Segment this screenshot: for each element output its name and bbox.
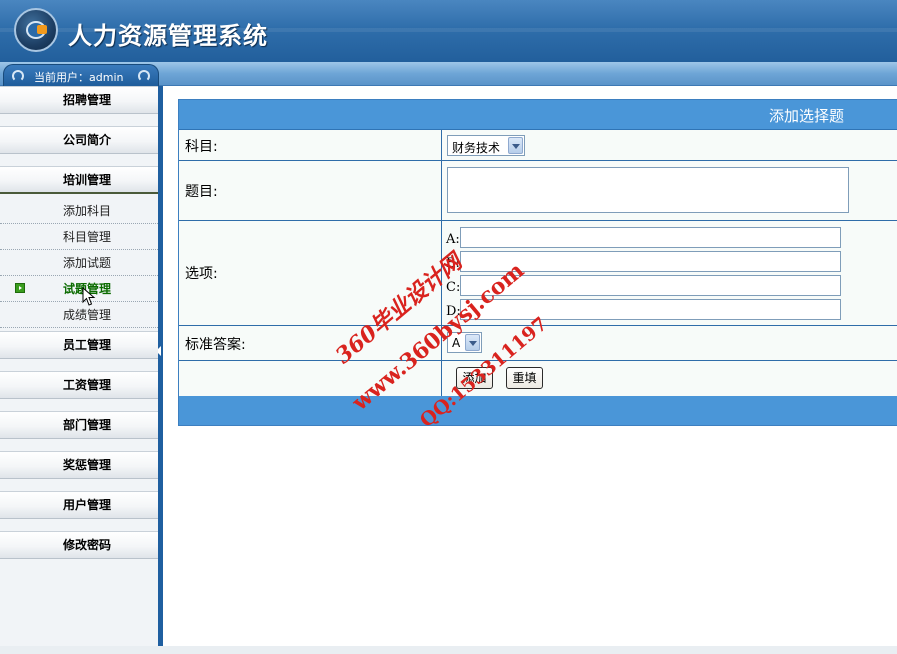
form-footer-bar (179, 396, 897, 425)
add-button[interactable]: 添加 (456, 367, 493, 389)
user-bar: 当前用户：admin (0, 62, 897, 86)
option-b-letter: B: (446, 256, 460, 271)
form-title-bar: 添加选择题 (179, 100, 897, 130)
sidebar-item-label: 修改密码 (62, 538, 111, 552)
sidebar-subitem-question-management[interactable]: 试题管理 (0, 276, 158, 302)
sidebar-item-label: 工资管理 (62, 378, 111, 392)
answer-select[interactable]: A (447, 332, 482, 353)
form-title: 添加选择题 (768, 107, 844, 125)
question-textarea[interactable] (447, 167, 849, 213)
tab-knob-left-icon (12, 70, 24, 82)
sidebar-item-salary[interactable]: 工资管理 (0, 371, 158, 399)
sidebar-subitem-add-question[interactable]: 添加试题 (0, 250, 158, 276)
sidebar-item-employee[interactable]: 员工管理 (0, 331, 158, 359)
sidebar-item-label: 奖惩管理 (62, 458, 111, 472)
options-label: 选项: (185, 266, 218, 282)
app-title: 人力资源管理系统 (68, 21, 268, 50)
current-user-label: 当前用户：admin (34, 71, 124, 84)
option-a-letter: A: (446, 232, 460, 247)
current-user-tab: 当前用户：admin (3, 64, 159, 86)
option-d-input[interactable] (460, 299, 841, 320)
option-b-input[interactable] (460, 251, 841, 272)
subject-row: 科目: 财务技术 (179, 130, 897, 161)
options-label-cell: 选项: (179, 221, 442, 325)
tab-knob-right-icon (138, 70, 150, 82)
subitem-label: 成绩管理 (62, 308, 111, 322)
subitem-label: 添加科目 (62, 204, 111, 218)
mouse-cursor-icon (82, 287, 96, 306)
question-row: 题目: (179, 161, 897, 221)
sidebar-item-training[interactable]: 培训管理 (0, 166, 158, 194)
question-label: 题目: (185, 184, 218, 200)
add-question-form: 添加选择题 科目: 财务技术 题目: 选项: A: B: C: D: 标准答案:… (178, 99, 897, 426)
sidebar-subitem-score-management[interactable]: 成绩管理 (0, 302, 158, 328)
answer-row: 标准答案: A (179, 326, 897, 361)
option-a-input[interactable] (460, 227, 841, 248)
sidebar-item-label: 用户管理 (62, 498, 111, 512)
sidebar-item-label: 培训管理 (62, 173, 111, 187)
answer-label: 标准答案: (185, 337, 246, 353)
buttons-row: 添加 重填 (179, 361, 897, 396)
sidebar-item-label: 公司简介 (62, 133, 111, 147)
subitem-label: 科目管理 (62, 230, 111, 244)
options-row: 选项: A: B: C: D: (179, 221, 897, 326)
subject-label: 科目: (185, 139, 218, 155)
question-label-cell: 题目: (179, 161, 442, 220)
subitem-label: 添加试题 (62, 256, 111, 270)
chevron-down-icon (508, 137, 523, 154)
sidebar-item-company-profile[interactable]: 公司简介 (0, 126, 158, 154)
subject-label-cell: 科目: (179, 130, 442, 160)
active-arrow-icon (15, 283, 25, 293)
option-d-letter: D: (446, 304, 461, 319)
logo-icon (14, 8, 58, 52)
logo-square (37, 25, 47, 34)
sidebar-subitem-add-subject[interactable]: 添加科目 (0, 198, 158, 224)
subject-select-value: 财务技术 (452, 141, 501, 155)
subject-select[interactable]: 财务技术 (447, 135, 525, 156)
answer-select-value: A (452, 336, 461, 350)
sidebar-item-label: 招聘管理 (62, 93, 111, 107)
sidebar-item-department[interactable]: 部门管理 (0, 411, 158, 439)
sidebar-item-recruitment[interactable]: 招聘管理 (0, 86, 158, 114)
sidebar-subitem-subject-management[interactable]: 科目管理 (0, 224, 158, 250)
sidebar-item-label: 部门管理 (62, 418, 111, 432)
sidebar-item-label: 员工管理 (62, 338, 111, 352)
status-strip (0, 646, 897, 654)
answer-label-cell: 标准答案: (179, 326, 442, 360)
sidebar-item-rewards[interactable]: 奖惩管理 (0, 451, 158, 479)
sidebar-border (158, 86, 163, 654)
buttons-label-cell (179, 361, 442, 396)
app-header: 人力资源管理系统 (0, 0, 897, 62)
sidebar-item-users[interactable]: 用户管理 (0, 491, 158, 519)
chevron-down-icon (465, 334, 480, 351)
option-c-input[interactable] (460, 275, 841, 296)
option-c-letter: C: (446, 280, 461, 295)
reset-button[interactable]: 重填 (506, 367, 543, 389)
sidebar-item-change-password[interactable]: 修改密码 (0, 531, 158, 559)
